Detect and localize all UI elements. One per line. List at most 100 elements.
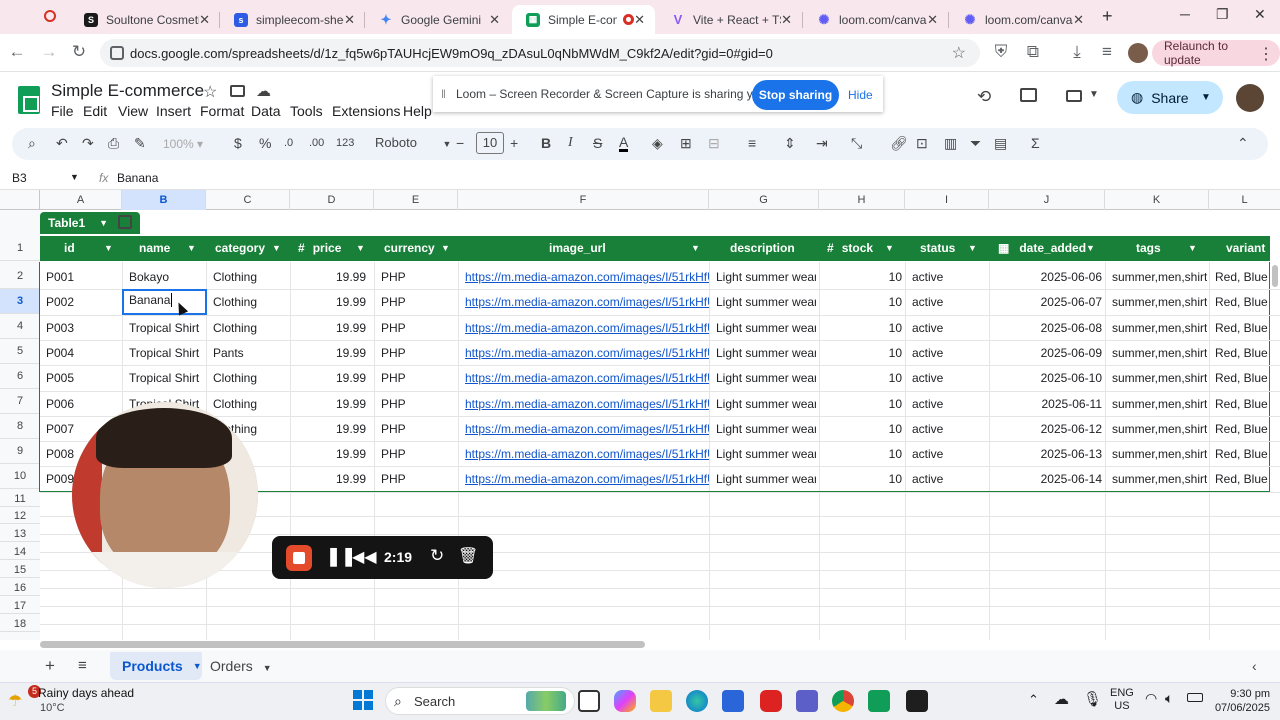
formula-input[interactable]: Banana: [117, 171, 158, 185]
font-select[interactable]: Roboto ▼: [375, 135, 451, 150]
column-header-i[interactable]: I: [905, 190, 989, 210]
vertical-align-icon[interactable]: ⇕: [784, 135, 796, 152]
cloud-status-icon[interactable]: ☁: [256, 82, 271, 100]
cell-currency[interactable]: PHP: [381, 316, 457, 341]
decrease-decimal-button[interactable]: .0: [284, 137, 293, 149]
select-all-corner[interactable]: [0, 190, 40, 210]
row-header-2[interactable]: 2: [0, 264, 40, 289]
row-header-3[interactable]: 3: [0, 289, 40, 314]
column-header-l[interactable]: L: [1209, 190, 1280, 210]
cell-date-added[interactable]: 2025-06-12: [1040, 417, 1102, 442]
comments-icon[interactable]: [1020, 88, 1037, 102]
cell-status[interactable]: active: [912, 290, 988, 315]
drag-handle-icon[interactable]: ‖: [441, 87, 446, 101]
insert-chart-icon[interactable]: ▥: [944, 135, 957, 152]
browser-tab-soultone[interactable]: S Soultone Cosmetics ✕: [70, 5, 220, 34]
font-size-input[interactable]: 10: [476, 132, 504, 154]
row-header-10[interactable]: 10: [0, 464, 40, 489]
name-box-dropdown-icon[interactable]: ▼: [70, 172, 79, 182]
cell-currency[interactable]: PHP: [381, 442, 457, 467]
cell-price[interactable]: 19.99: [300, 392, 366, 417]
sheets-app-icon[interactable]: [868, 690, 890, 712]
profile-avatar[interactable]: [1128, 43, 1148, 63]
share-button[interactable]: ◍ Share ▼: [1117, 81, 1223, 114]
copilot-icon[interactable]: [614, 690, 636, 712]
column-header-e[interactable]: E: [374, 190, 458, 210]
cell-date-added[interactable]: 2025-06-11: [1040, 392, 1103, 417]
move-folder-icon[interactable]: [230, 85, 245, 97]
cell-price[interactable]: 19.99: [300, 366, 366, 391]
webcam-bubble[interactable]: [72, 402, 258, 588]
stop-sharing-button[interactable]: Stop sharing: [752, 80, 839, 110]
close-tab-icon[interactable]: ✕: [927, 12, 938, 28]
cell-category[interactable]: Clothing: [213, 316, 291, 341]
column-header-b[interactable]: B: [122, 190, 206, 210]
search-menus-icon[interactable]: ⌕: [28, 135, 36, 152]
row-header-18[interactable]: 18: [0, 616, 40, 632]
row-header-13[interactable]: 13: [0, 526, 40, 542]
cell-image-url[interactable]: https://m.media-amazon.com/images/I/51rk…: [465, 316, 709, 341]
meet-video-icon[interactable]: [1066, 90, 1082, 102]
cell-price[interactable]: 19.99: [300, 417, 366, 442]
italic-icon[interactable]: I: [568, 135, 573, 151]
currency-format-button[interactable]: $: [234, 135, 242, 151]
row-header-8[interactable]: 8: [0, 414, 40, 439]
column-header-d[interactable]: D: [290, 190, 374, 210]
horizontal-align-icon[interactable]: ≡: [748, 135, 756, 151]
cell-status[interactable]: active: [912, 417, 988, 442]
forward-icon[interactable]: →: [38, 42, 60, 62]
cell-status[interactable]: active: [912, 392, 988, 417]
cell-category[interactable]: Clothing: [213, 290, 291, 315]
language-indicator[interactable]: ENG US: [1110, 687, 1134, 713]
redo-icon[interactable]: ↷: [82, 135, 94, 152]
row-header-5[interactable]: 5: [0, 339, 40, 364]
cell-currency[interactable]: PHP: [381, 265, 457, 290]
cell-description[interactable]: Light summer wear: [716, 366, 816, 391]
cell-stock[interactable]: 10: [860, 316, 902, 341]
cell-currency[interactable]: PHP: [381, 290, 457, 315]
zoom-select[interactable]: 100% ▾: [163, 137, 203, 151]
strikethrough-icon[interactable]: S: [593, 135, 602, 151]
restart-icon[interactable]: ↻: [430, 546, 444, 566]
wifi-icon[interactable]: ◠: [1145, 690, 1157, 707]
task-view-icon[interactable]: [578, 690, 600, 712]
image-url-link[interactable]: https://m.media-amazon.com/images/I/51rk…: [465, 270, 709, 284]
column-header-a[interactable]: A: [40, 190, 122, 210]
cell-tags[interactable]: summer,men,shirt: [1112, 366, 1207, 391]
cell-date-added[interactable]: 2025-06-09: [1040, 341, 1102, 366]
cell-date-added[interactable]: 2025-06-13: [1040, 442, 1102, 467]
row-header-11[interactable]: 11: [0, 491, 40, 507]
cell-editor-b3[interactable]: Banana: [122, 289, 207, 315]
collapse-menus-icon[interactable]: ⌃: [1237, 135, 1249, 152]
name-box[interactable]: B3: [12, 171, 27, 185]
cell-currency[interactable]: PHP: [381, 467, 457, 492]
functions-icon[interactable]: Σ: [1031, 135, 1040, 151]
cell-stock[interactable]: 10: [860, 290, 902, 315]
row-header-4[interactable]: 4: [0, 314, 40, 339]
print-icon[interactable]: ⎙: [108, 135, 119, 152]
menu-extensions[interactable]: Extensions: [332, 103, 400, 119]
font-size-decrease-icon[interactable]: −: [456, 135, 464, 151]
text-color-icon[interactable]: A: [619, 135, 629, 152]
cell-variant[interactable]: Red, Blue /: [1215, 265, 1269, 290]
sheet-tab-products[interactable]: Products ▼: [110, 652, 202, 680]
cell-currency[interactable]: PHP: [381, 417, 457, 442]
teams-icon[interactable]: [796, 690, 818, 712]
stop-recording-button[interactable]: [286, 545, 312, 571]
cell-currency[interactable]: PHP: [381, 366, 457, 391]
cell-image-url[interactable]: https://m.media-amazon.com/images/I/51rk…: [465, 290, 709, 315]
cell-currency[interactable]: PHP: [381, 341, 457, 366]
header-variant[interactable]: variant: [1226, 236, 1265, 261]
filter-icon[interactable]: ⏷: [970, 135, 981, 152]
close-tab-icon[interactable]: ✕: [199, 12, 210, 28]
extensions-puzzle-icon[interactable]: ⧉: [1022, 42, 1044, 62]
windows-start-icon[interactable]: [353, 690, 373, 710]
chrome-icon[interactable]: [832, 690, 854, 712]
header-date-added[interactable]: ▦ date_added ▼: [998, 236, 1095, 261]
account-avatar[interactable]: [1236, 84, 1264, 112]
onedrive-icon[interactable]: ☁: [1054, 690, 1069, 708]
file-explorer-icon[interactable]: [650, 690, 672, 712]
bookmark-star-icon[interactable]: ☆: [952, 43, 966, 63]
image-url-link[interactable]: https://m.media-amazon.com/images/I/51rk…: [465, 472, 709, 486]
cell-tags[interactable]: summer,men,shirt: [1112, 341, 1207, 366]
